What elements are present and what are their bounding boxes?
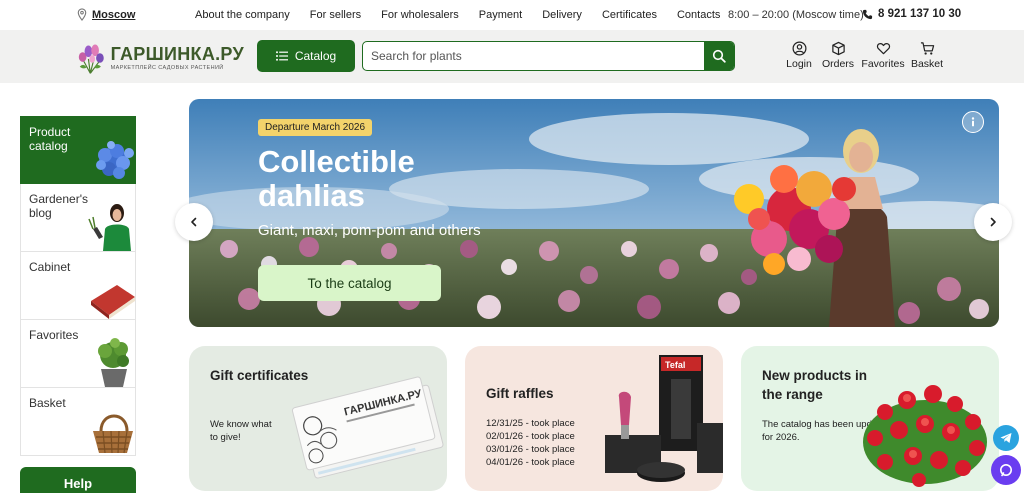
info-icon bbox=[971, 117, 975, 127]
chevron-left-icon bbox=[191, 217, 197, 227]
hero-title: Collectible dahlias bbox=[258, 144, 415, 213]
gift-raffles-card[interactable]: Gift raffles 12/31/25 - took place 02/01… bbox=[465, 346, 723, 491]
orders-button[interactable]: Orders bbox=[819, 41, 857, 70]
top-nav: About the company For sellers For wholes… bbox=[195, 9, 740, 21]
chat-bubble-icon bbox=[1000, 464, 1012, 477]
login-button[interactable]: Login bbox=[781, 41, 817, 70]
hero-info-button[interactable] bbox=[962, 111, 984, 133]
basket-button[interactable]: Basket bbox=[907, 41, 947, 70]
telegram-icon bbox=[1000, 433, 1012, 443]
raffle-line-2: 02/01/26 - took place bbox=[486, 431, 575, 442]
hero-badge: Departure March 2026 bbox=[258, 119, 373, 136]
hero-banner[interactable]: Departure March 2026 Collectible dahlias… bbox=[189, 99, 999, 327]
help-button[interactable]: Help bbox=[20, 467, 136, 493]
appliances-prize-image: Tefal bbox=[605, 355, 723, 482]
telegram-button[interactable] bbox=[993, 425, 1019, 451]
raffle-line-1: 12/31/25 - took place bbox=[486, 418, 575, 429]
search-bar bbox=[362, 41, 735, 71]
user-icon bbox=[792, 41, 806, 56]
orders-label: Orders bbox=[821, 58, 855, 70]
header-actions: Login Orders Favorites Basket bbox=[781, 41, 947, 70]
nav-wholesalers[interactable]: For wholesalers bbox=[381, 9, 459, 21]
hydrangea-icon bbox=[96, 141, 134, 179]
nav-certificates[interactable]: Certificates bbox=[602, 9, 657, 21]
box-icon bbox=[831, 41, 845, 56]
to-catalog-button[interactable]: To the catalog bbox=[258, 265, 441, 301]
favorites-label: Favorites bbox=[861, 58, 905, 70]
hero-next-button[interactable] bbox=[974, 203, 1012, 241]
nav-about[interactable]: About the company bbox=[195, 9, 290, 21]
red-roses-image bbox=[863, 385, 987, 487]
city-name: Moscow bbox=[92, 8, 136, 21]
chat-widget-button[interactable] bbox=[991, 455, 1021, 485]
chevron-right-icon bbox=[990, 217, 996, 227]
search-icon bbox=[712, 49, 726, 63]
location-pin-icon bbox=[77, 8, 87, 21]
favorites-button[interactable]: Favorites bbox=[860, 41, 906, 70]
basket-label: Basket bbox=[910, 58, 944, 70]
sidebar-item-cabinet[interactable]: Cabinet bbox=[20, 252, 136, 320]
sidebar-item-gardeners-blog[interactable]: Gardener's blog bbox=[20, 184, 136, 252]
sidebar-item-basket[interactable]: Basket bbox=[20, 388, 136, 456]
city-selector[interactable]: Moscow bbox=[76, 8, 135, 21]
main-header: ГАРШИНКА.РУ МАРКЕТПЛЕЙС САДОВЫХ РАСТЕНИЙ… bbox=[0, 30, 1024, 83]
logo-tagline: МАРКЕТПЛЕЙС САДОВЫХ РАСТЕНИЙ bbox=[110, 65, 224, 71]
sidebar: Product catalog Gardener's blog Cabinet … bbox=[20, 116, 136, 456]
sidebar-item-product-catalog[interactable]: Product catalog bbox=[20, 116, 136, 184]
nav-sellers[interactable]: For sellers bbox=[310, 9, 361, 21]
hero-prev-button[interactable] bbox=[175, 203, 213, 241]
nav-delivery[interactable]: Delivery bbox=[542, 9, 582, 21]
flowers-logo-icon bbox=[78, 44, 104, 74]
heart-icon bbox=[876, 43, 890, 55]
cart-icon bbox=[920, 42, 934, 55]
raffle-line-3: 03/01/26 - took place bbox=[486, 444, 575, 455]
list-icon bbox=[275, 51, 288, 61]
working-hours: 8:00 – 20:00 (Moscow time) bbox=[728, 9, 864, 21]
raffle-card-title: Gift raffles bbox=[486, 386, 554, 401]
logo-name: ГАРШИНКА.РУ bbox=[110, 44, 244, 64]
search-input[interactable] bbox=[363, 42, 704, 70]
top-bar: Moscow About the company For sellers For… bbox=[0, 0, 1024, 30]
nav-contacts[interactable]: Contacts bbox=[677, 9, 720, 21]
hero-subtitle: Giant, maxi, pom-pom and others bbox=[258, 222, 481, 239]
phone-link[interactable]: 8 921 137 10 30 bbox=[862, 8, 961, 20]
sidebar-item-favorites[interactable]: Favorites bbox=[20, 320, 136, 388]
potted-plant-icon bbox=[98, 338, 129, 387]
prize-box-brand: Tefal bbox=[665, 360, 685, 370]
catalog-button-label: Catalog bbox=[294, 49, 337, 63]
search-button[interactable] bbox=[704, 42, 734, 70]
gift-certificate-image: ГАРШИНКА.РУ bbox=[291, 376, 444, 479]
raffle-line-4: 04/01/26 - took place bbox=[486, 457, 575, 468]
phone-number: 8 921 137 10 30 bbox=[878, 8, 962, 20]
gift-certificates-card[interactable]: Gift certificates We know what to give! … bbox=[189, 346, 447, 491]
catalog-button[interactable]: Catalog bbox=[257, 40, 355, 72]
book-icon bbox=[91, 285, 135, 319]
gardener-icon bbox=[88, 204, 131, 251]
new-products-card[interactable]: New products in the range The catalog ha… bbox=[741, 346, 999, 491]
nav-payment[interactable]: Payment bbox=[479, 9, 522, 21]
wicker-basket-icon bbox=[93, 414, 133, 454]
login-label: Login bbox=[786, 58, 812, 70]
gift-card-text: We know what to give! bbox=[210, 419, 272, 443]
site-logo[interactable]: ГАРШИНКА.РУ МАРКЕТПЛЕЙС САДОВЫХ РАСТЕНИЙ bbox=[74, 38, 244, 78]
phone-icon bbox=[862, 9, 873, 19]
